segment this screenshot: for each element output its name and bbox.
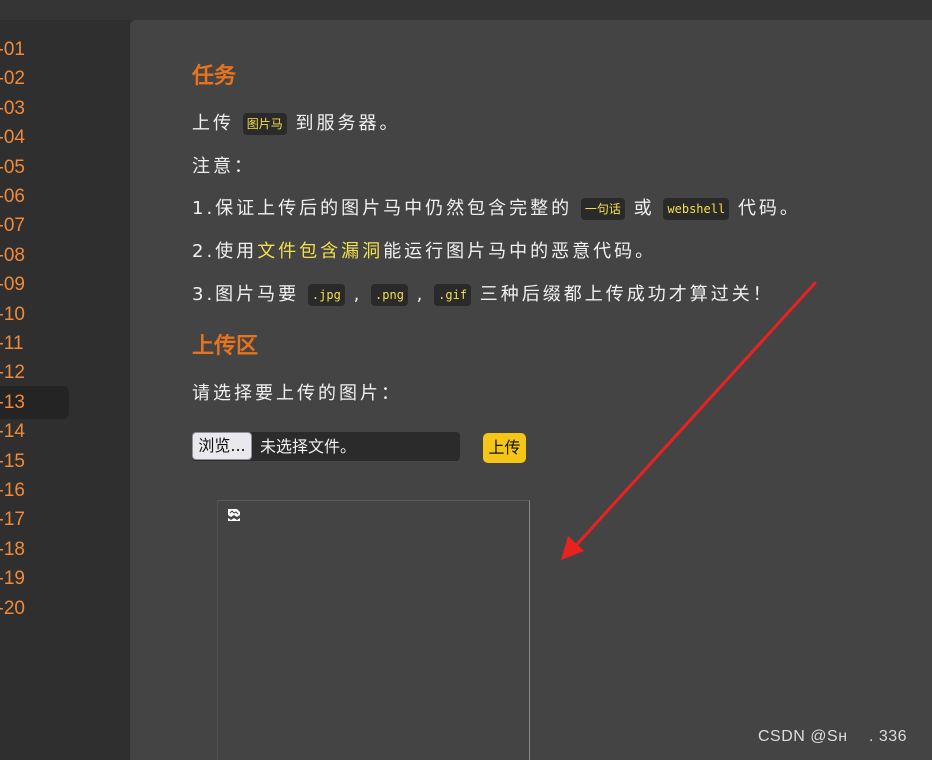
sidebar-item-s-14[interactable]: s-14 [0,415,25,448]
sidebar-item-s-13[interactable]: s-13 [0,385,69,419]
rule-text: 1.保证上传后的图片马中仍然包含完整的 [192,198,573,219]
sidebar-item-s-09[interactable]: s-09 [0,268,25,301]
file-inclusion-link[interactable]: 文件包含漏洞 [257,241,383,262]
sidebar-item-s-18[interactable]: s-18 [0,533,25,566]
rule-text: 能运行图片马中的恶意代码。 [383,241,657,262]
sidebar-item-s-10[interactable]: s-10 [0,298,25,331]
separator: , [416,284,426,305]
sidebar-item-s-16[interactable]: s-16 [0,474,25,507]
sidebar-item-s-06[interactable]: s-06 [0,180,25,213]
sidebar-item-s-07[interactable]: s-07 [0,209,25,242]
sidebar-item-s-08[interactable]: s-08 [0,239,25,272]
sidebar-item-s-01[interactable]: s-01 [0,33,25,66]
file-input[interactable]: 浏览... 未选择文件。 [192,432,460,461]
rule-text: 2.使用 [192,241,258,262]
task-text: 上传 [192,113,234,134]
task-heading: 任务 [192,64,237,89]
sidebar-item-s-19[interactable]: s-19 [0,562,25,595]
rule-text: 代码。 [737,198,801,219]
rule-text: 3.图片马要 [192,284,300,305]
code-jpg: .jpg [307,284,345,306]
uploaded-image-preview [217,500,530,760]
code-webshell: webshell [663,198,730,220]
browse-button[interactable]: 浏览... [192,432,252,460]
rule-2: 2.使用文件包含漏洞能运行图片马中的恶意代码。 [192,237,656,263]
sidebar: s-01s-02s-03s-04s-05s-06s-07s-08s-09s-10… [0,20,130,750]
code-image-horse: 图片马 [242,113,287,135]
file-status-text: 未选择文件。 [260,437,357,456]
broken-image-icon [228,509,240,521]
code-png: .png [371,284,408,306]
upload-heading: 上传区 [192,334,259,359]
sidebar-item-s-20[interactable]: s-20 [0,592,25,625]
upload-button[interactable]: 上传 [483,433,526,463]
sidebar-item-s-05[interactable]: s-05 [0,151,25,184]
task-text: 到服务器。 [295,113,401,134]
rule-text: 或 [633,198,655,219]
sidebar-item-s-02[interactable]: s-02 [0,62,25,95]
sidebar-item-s-03[interactable]: s-03 [0,92,25,125]
sidebar-item-s-12[interactable]: s-12 [0,356,25,389]
sidebar-item-s-04[interactable]: s-04 [0,121,25,154]
code-one-liner: 一句话 [580,198,625,220]
rule-3: 3.图片马要 .jpg , .png , .gif 三种后缀都上传成功才算过关！ [192,280,774,306]
code-gif: .gif [434,284,472,306]
watermark: CSDN @Sн . 336 [758,728,908,745]
separator: , [353,284,363,305]
upload-prompt: 请选择要上传的图片： [192,383,402,404]
sidebar-item-s-11[interactable]: s-11 [0,327,24,360]
rule-text: 三种后缀都上传成功才算过关！ [479,284,774,305]
top-bar [0,0,932,20]
note-label: 注意： [192,156,255,177]
task-description: 上传 图片马 到服务器。 [192,109,400,135]
rule-1: 1.保证上传后的图片马中仍然包含完整的 一句话 或 webshell 代码。 [192,194,801,220]
sidebar-item-s-17[interactable]: s-17 [0,503,25,536]
sidebar-item-s-15[interactable]: s-15 [0,445,25,478]
